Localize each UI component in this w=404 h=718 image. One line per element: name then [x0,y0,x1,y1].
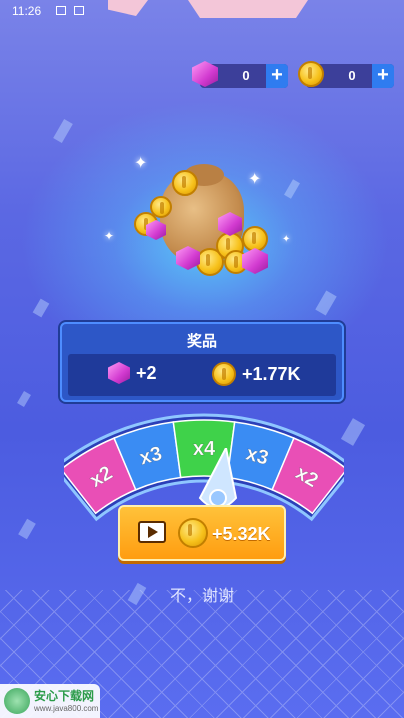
sparkle-icon: ✦ [282,234,291,245]
video-icon [138,521,166,543]
gem-reward: +2 [108,362,157,384]
gem-reward-value: +2 [136,362,157,383]
no-thanks-link[interactable]: 不，谢谢 [0,582,404,606]
sparkle-icon: ✦ [134,155,148,172]
site-watermark: 安心下载网 www.java800.com [0,684,100,718]
add-coins-button[interactable]: + [372,64,394,88]
coin-balance-value: 0 [348,68,356,83]
coin-reward: +1.77K [212,362,301,386]
coin-icon [172,170,198,196]
watermark-logo-icon [4,688,30,714]
watch-video-claim-button[interactable]: +5.32K [118,505,286,561]
status-time: 11:26 [12,4,42,18]
prize-title: 奖品 [186,333,217,350]
notification-icon [56,6,66,15]
background-shard [340,418,366,446]
gem-icon [192,61,218,87]
coin-reward-value: +1.77K [242,363,301,384]
claim-amount: +5.32K [212,524,271,544]
prize-rewards: +2 +1.77K [68,354,336,396]
add-gems-button[interactable]: + [266,64,288,88]
background-shard [17,390,31,408]
watermark-name: 安心下载网 [34,689,95,703]
coin-balance: 0 + [298,61,394,88]
coin-icon [212,362,236,386]
background-shard [18,518,36,540]
status-bar: 11:26 [0,0,404,22]
gem-balance: 0 + [192,61,288,88]
coin-icon [150,196,172,218]
sparkle-icon: ✦ [104,229,115,243]
coin-icon [298,61,324,87]
gem-icon [108,362,130,384]
prize-panel: 奖品 +2 +1.77K [60,322,344,402]
sparkle-icon: ✦ [248,171,262,188]
gem-balance-value: 0 [242,68,250,83]
watermark-url: www.java800.com [34,704,99,713]
coin-icon [178,518,208,548]
gem-icon [242,248,268,274]
screenshot-icon [74,6,84,15]
